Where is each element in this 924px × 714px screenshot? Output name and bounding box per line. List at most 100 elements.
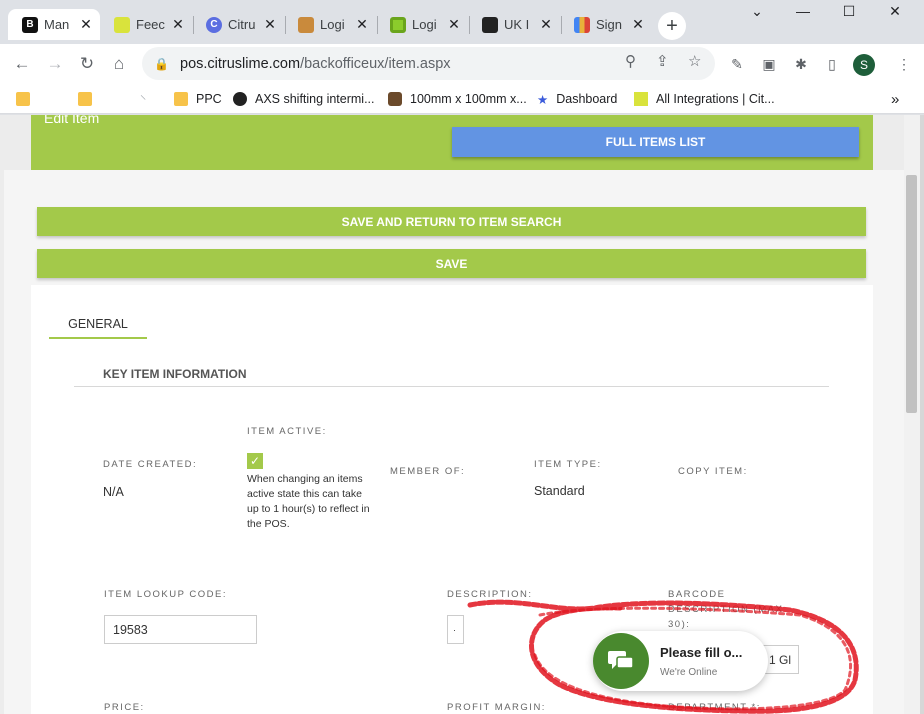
address-domain: pos.citruslime.com <box>180 55 301 72</box>
scrollbar-thumb[interactable] <box>906 175 917 413</box>
tab-logistics-2[interactable]: Logi ✕ <box>376 9 468 40</box>
bookmark-3[interactable]: ⸌ <box>140 90 146 108</box>
extension-pen-icon[interactable]: ✎ <box>727 54 747 74</box>
tab-manage[interactable]: B Man ✕ <box>8 9 100 40</box>
section-title: KEY ITEM INFORMATION <box>103 367 247 381</box>
star-icon: ★ <box>537 92 549 107</box>
crown-favicon-icon <box>482 16 498 33</box>
tab-title: Citru <box>228 17 256 32</box>
close-tab-icon[interactable]: ✕ <box>262 16 278 33</box>
bookmarks-overflow-icon[interactable]: » <box>891 90 899 108</box>
description-label: DESCRIPTION: <box>447 589 533 600</box>
bookmark-star-icon[interactable]: ☆ <box>688 52 701 70</box>
side-panel-icon[interactable]: ▯ <box>822 54 842 74</box>
chat-title: Please fill o... <box>660 645 743 660</box>
barcode-description-label: BARCODE DESCRIPTION (MAX 30): <box>668 589 784 630</box>
folder-icon <box>16 92 30 106</box>
item-active-label: ITEM ACTIVE: <box>247 426 327 437</box>
item-lookup-code-label: ITEM LOOKUP CODE: <box>104 589 227 600</box>
new-tab-button[interactable]: + <box>658 12 686 40</box>
reload-icon[interactable]: ↻ <box>73 50 101 78</box>
full-items-list-button[interactable]: FULL ITEMS LIST <box>452 127 859 157</box>
price-label: PRICE: <box>104 702 145 713</box>
address-path: /backofficeux/item.aspx <box>300 55 451 72</box>
extensions-puzzle-icon[interactable]: ✱ <box>791 54 811 74</box>
close-tab-icon[interactable]: ✕ <box>78 16 94 33</box>
tab-uk[interactable]: UK I ✕ <box>468 9 560 40</box>
checkmark-icon: ✓ <box>249 454 261 468</box>
bookmark-label: AXS shifting intermi... <box>255 92 375 106</box>
back-arrow-icon[interactable]: ← <box>8 50 36 78</box>
member-of-label: MEMBER OF: <box>390 466 466 477</box>
bookmark-integrations[interactable]: All Integrations | Cit... <box>634 90 775 108</box>
close-tab-icon[interactable]: ✕ <box>446 16 462 33</box>
item-active-note: When changing an items active state this… <box>247 473 370 530</box>
date-created-label: DATE CREATED: <box>103 459 198 470</box>
divider <box>74 386 829 387</box>
chat-bubbles-icon <box>593 633 649 689</box>
tab-title: Logi <box>412 17 437 32</box>
extension-box-icon[interactable]: ▣ <box>759 54 779 74</box>
tab-feed[interactable]: Feec ✕ <box>100 9 192 40</box>
zoom-search-icon[interactable]: ⚲ <box>625 52 636 70</box>
chat-status: We're Online <box>660 667 718 678</box>
page-title: Edit Item <box>44 115 100 126</box>
hat-icon <box>388 92 402 106</box>
description-input[interactable]: · <box>447 615 464 644</box>
folder-icon <box>174 92 188 106</box>
tab-title: Man <box>44 17 70 32</box>
home-icon[interactable]: ⌂ <box>105 50 133 78</box>
maximize-icon[interactable]: ☐ <box>826 0 872 22</box>
share-icon[interactable]: ⇪ <box>656 52 669 70</box>
bookmark-folder-1[interactable] <box>16 90 38 108</box>
tab-logistics-1[interactable]: Logi ✕ <box>284 9 376 40</box>
bookmark-label: 100mm x 100mm x... <box>410 92 527 106</box>
bookmark-100mm[interactable]: 100mm x 100mm x... <box>388 90 527 108</box>
bookmark-folder-2[interactable] <box>78 90 100 108</box>
bookmark-axs[interactable]: AXS shifting intermi... <box>233 90 375 108</box>
tab-strip: B Man ✕ Feec ✕ C Citru ✕ Logi ✕ Logi ✕ U… <box>0 0 924 44</box>
faded-bookmark-icon: ⸌ <box>140 92 147 107</box>
close-tab-icon[interactable]: ✕ <box>354 16 370 33</box>
tab-title: UK I <box>504 17 530 32</box>
tab-sign[interactable]: Sign ✕ <box>560 9 652 40</box>
tab-general[interactable]: GENERAL <box>49 311 147 339</box>
tab-title: Logi <box>320 17 345 32</box>
bookmark-dashboard[interactable]: ★ Dashboard <box>537 90 617 108</box>
close-tab-icon[interactable]: ✕ <box>538 16 554 33</box>
yellow-square-icon <box>634 92 648 106</box>
multicolor-favicon-icon <box>574 16 590 33</box>
lock-icon: 🔒 <box>154 56 169 71</box>
minimize-icon[interactable]: — <box>780 0 826 22</box>
item-type-label: ITEM TYPE: <box>534 459 602 470</box>
yellow-square-favicon-icon <box>114 16 130 33</box>
profit-margin-label: PROFIT MARGIN: <box>447 702 546 713</box>
box-favicon-icon <box>298 16 314 33</box>
citrus-c-favicon-icon: C <box>206 16 222 33</box>
department-label: DEPARTMENT *: <box>668 702 761 713</box>
browser-toolbar: ← → ↻ ⌂ 🔒 pos.citruslime.com/backofficeu… <box>0 44 924 84</box>
green-square-favicon-icon <box>390 16 406 33</box>
item-lookup-code-input[interactable]: 19583 <box>104 615 257 644</box>
save-and-return-button[interactable]: SAVE AND RETURN TO ITEM SEARCH <box>37 207 866 236</box>
save-button[interactable]: SAVE <box>37 249 866 278</box>
chevron-down-icon[interactable]: ⌄ <box>734 0 780 22</box>
folder-icon <box>78 92 92 106</box>
kebab-menu-icon[interactable]: ⋮ <box>894 54 914 74</box>
tab-title: Sign <box>596 17 623 32</box>
bold-b-favicon-icon: B <box>22 16 38 33</box>
tab-citruslime[interactable]: C Citru ✕ <box>192 9 284 40</box>
close-tab-icon[interactable]: ✕ <box>630 16 646 33</box>
close-tab-icon[interactable]: ✕ <box>170 16 186 33</box>
item-active-checkbox[interactable]: ✓ <box>247 453 263 469</box>
bookmark-label: All Integrations | Cit... <box>656 92 775 106</box>
live-chat-widget[interactable]: Please fill o... We're Online <box>593 631 768 691</box>
background-window-edge <box>920 115 924 714</box>
window-close-icon[interactable]: ✕ <box>872 0 918 22</box>
date-created-value: N/A <box>103 485 124 499</box>
profile-avatar[interactable]: S <box>853 54 875 76</box>
copy-item-label: COPY ITEM: <box>678 466 748 477</box>
bookmark-ppc[interactable]: PPC <box>174 90 222 108</box>
bookmark-label: Dashboard <box>556 92 618 106</box>
forward-arrow-icon[interactable]: → <box>41 50 69 78</box>
